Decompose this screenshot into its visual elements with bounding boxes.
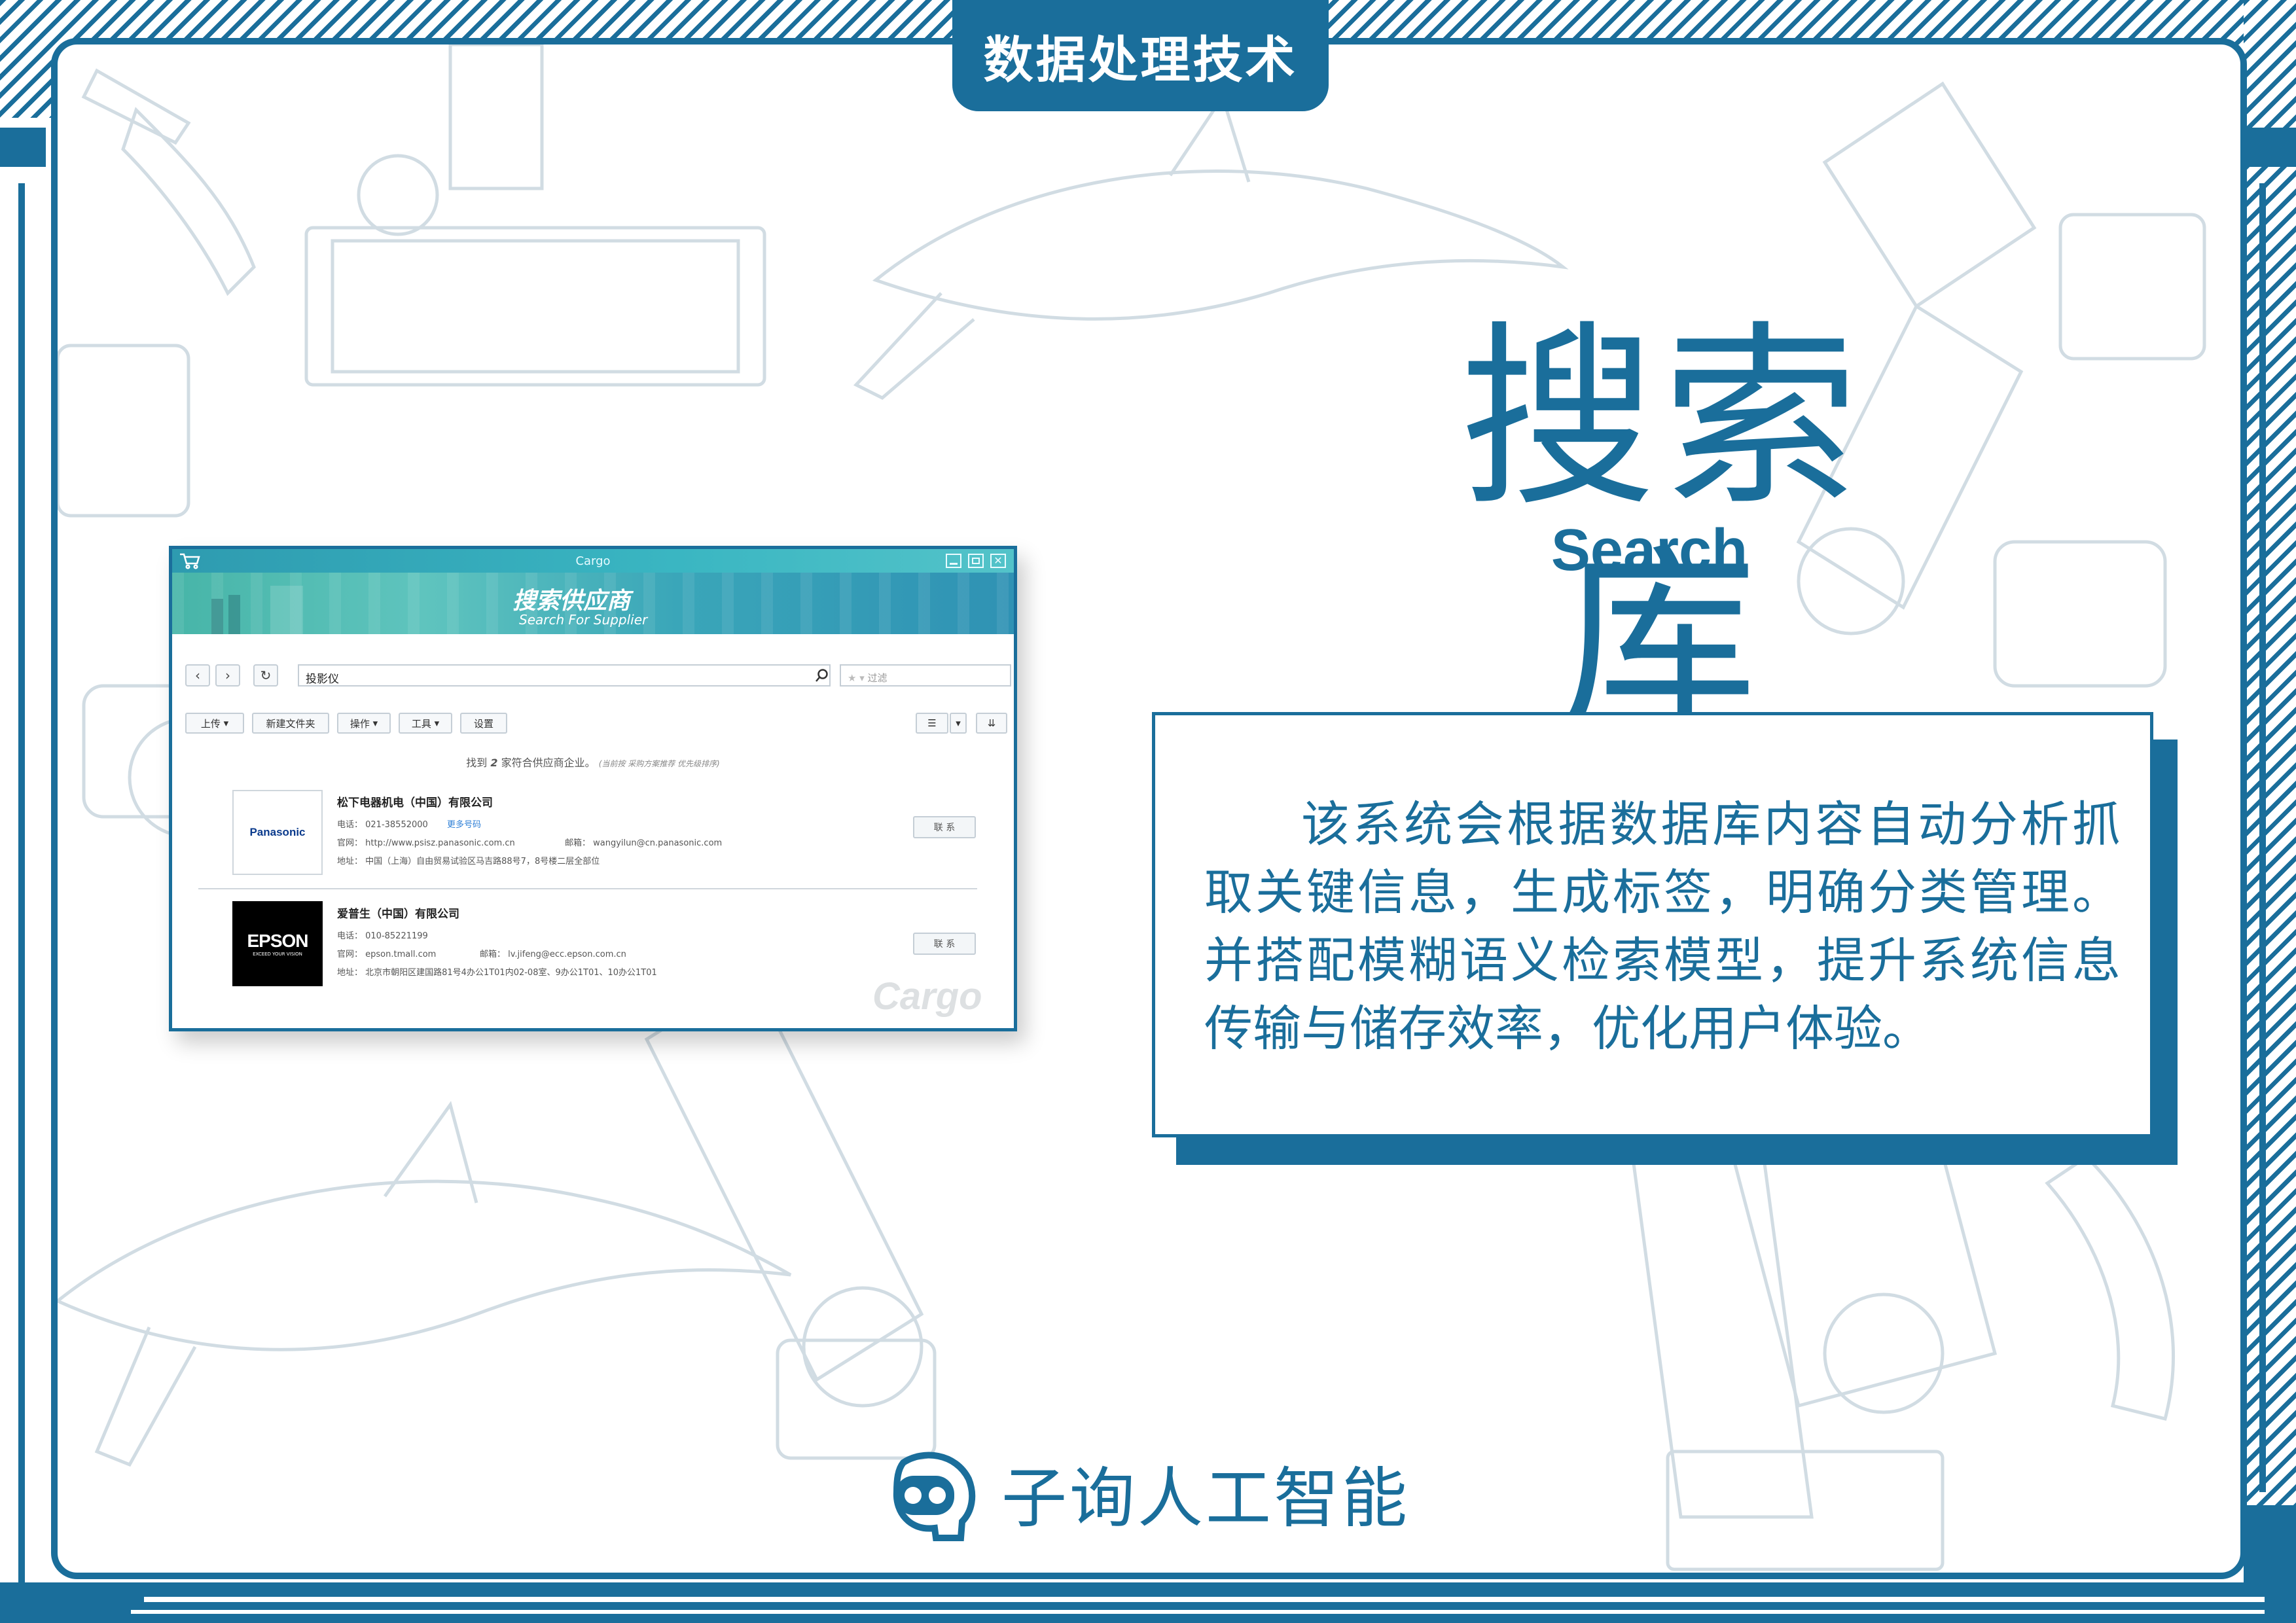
- company-logo-panasonic: Panasonic: [232, 790, 323, 875]
- banner-subtitle: Search For Supplier: [519, 612, 648, 628]
- filter-input[interactable]: ★ ▾ 过滤: [840, 664, 1011, 687]
- toolbar-new-folder-button[interactable]: 新建文件夹: [252, 713, 329, 734]
- refresh-button[interactable]: ↻: [253, 664, 278, 687]
- right-decor-line: [2259, 183, 2266, 1492]
- section-tab-label: 数据处理技术: [983, 31, 1298, 89]
- search-input-value: 投影仪: [306, 673, 339, 686]
- contact-button[interactable]: 联 系: [913, 933, 976, 955]
- banner-title: 搜索供应商: [512, 588, 631, 615]
- section-tab: 数据处理技术: [952, 0, 1329, 111]
- bottom-decor-line: [144, 1597, 2265, 1602]
- forward-button[interactable]: ›: [215, 664, 240, 687]
- cart-icon: [180, 553, 200, 569]
- toolbar-upload-button[interactable]: 上传 ▾: [185, 713, 244, 734]
- more-numbers-link[interactable]: 更多号码: [447, 817, 481, 830]
- banner-figures-image: [211, 586, 303, 634]
- contact-button[interactable]: 联 系: [913, 816, 976, 838]
- right-accent-bar: [2244, 128, 2296, 167]
- description-text: 该系统会根据数据库内容自动分析抓取关键信息，生成标签，明确分类管理。并搭配模糊语…: [1204, 796, 2121, 1057]
- result-note: (当前按 采购方案推荐 优先级排序): [598, 759, 720, 768]
- back-button[interactable]: ‹: [185, 664, 210, 687]
- chevron-right-icon: ›: [225, 668, 230, 683]
- brand-name: 子询人工智能: [1001, 1460, 1410, 1537]
- company-phone: 电话： 021-38552000: [337, 820, 428, 830]
- cargo-watermark: Cargo: [872, 975, 982, 1018]
- close-button[interactable]: ✕: [990, 554, 1006, 568]
- maximize-button[interactable]: [968, 554, 984, 568]
- company-phone: 电话： 010-85221199: [337, 931, 428, 941]
- chevron-down-icon: ▾: [956, 717, 961, 729]
- company-website: 官网： http://www.psisz.panasonic.com.cn: [337, 838, 515, 848]
- toolbar-actions-button[interactable]: 操作 ▾: [337, 713, 391, 734]
- right-hatch-band: [2244, 0, 2296, 1623]
- view-dropdown-button[interactable]: ▾: [950, 713, 967, 734]
- search-input[interactable]: 投影仪: [298, 664, 831, 687]
- left-decor-line: [18, 183, 25, 1623]
- robot-head-logo-icon: [893, 1452, 976, 1541]
- result-count: 2: [490, 757, 498, 769]
- window-banner: 搜索供应商 Search For Supplier: [172, 573, 1014, 634]
- company-logo-epson: EPSON EXCEED YOUR VISION: [232, 901, 323, 986]
- toolbar-tools-button[interactable]: 工具 ▾: [399, 713, 452, 734]
- company-website: 官网： epson.tmall.com: [337, 950, 437, 959]
- search-icon[interactable]: [815, 668, 829, 683]
- bottom-base-band: [0, 1582, 2296, 1623]
- list-icon: ☰: [927, 717, 937, 729]
- company-address: 地址： 北京市朝阳区建国路81号4办公1T01内02-08室、9办公1T01、1…: [337, 968, 657, 978]
- description-box: 该系统会根据数据库内容自动分析抓取关键信息，生成标签，明确分类管理。并搭配模糊语…: [1152, 712, 2153, 1137]
- list-view-button[interactable]: ☰: [916, 713, 948, 734]
- sort-button[interactable]: ⇊: [976, 713, 1007, 734]
- filter-placeholder: 过滤: [867, 672, 888, 684]
- company-name[interactable]: 爱普生（中国）有限公司: [337, 904, 459, 921]
- toolbar-settings-button[interactable]: 设置: [460, 713, 507, 734]
- sort-icon: ⇊: [987, 717, 996, 729]
- brand-footer: 子询人工智能: [884, 1446, 1427, 1551]
- page-subtitle: Search: [1551, 518, 1748, 583]
- company-address: 地址： 中国（上海）自由贸易试验区马吉路88号7，8号楼二层全部位: [337, 857, 600, 866]
- star-icon: ★ ▾: [848, 672, 868, 684]
- company-email: 邮箱： lv.jifeng@ecc.epson.com.cn: [480, 950, 626, 959]
- result-divider: [198, 888, 977, 889]
- company-email: 邮箱： wangyilun@cn.panasonic.com: [565, 838, 723, 848]
- company-name[interactable]: 松下电器机电（中国）有限公司: [337, 793, 493, 810]
- chevron-left-icon: ‹: [195, 668, 200, 683]
- bottom-decor-line-2: [131, 1610, 2265, 1614]
- app-screenshot-window: Cargo ✕ 搜索供应商 Search For Supplier ‹ › ↻ …: [169, 546, 1017, 1031]
- result-summary: 找到 2 家符合供应商企业。 (当前按 采购方案推荐 优先级排序): [466, 757, 720, 769]
- window-titlebar: Cargo ✕: [172, 549, 1014, 573]
- refresh-icon: ↻: [260, 668, 272, 683]
- window-title: Cargo: [575, 554, 611, 568]
- minimize-button[interactable]: [946, 554, 961, 568]
- left-accent-bar: [0, 128, 46, 167]
